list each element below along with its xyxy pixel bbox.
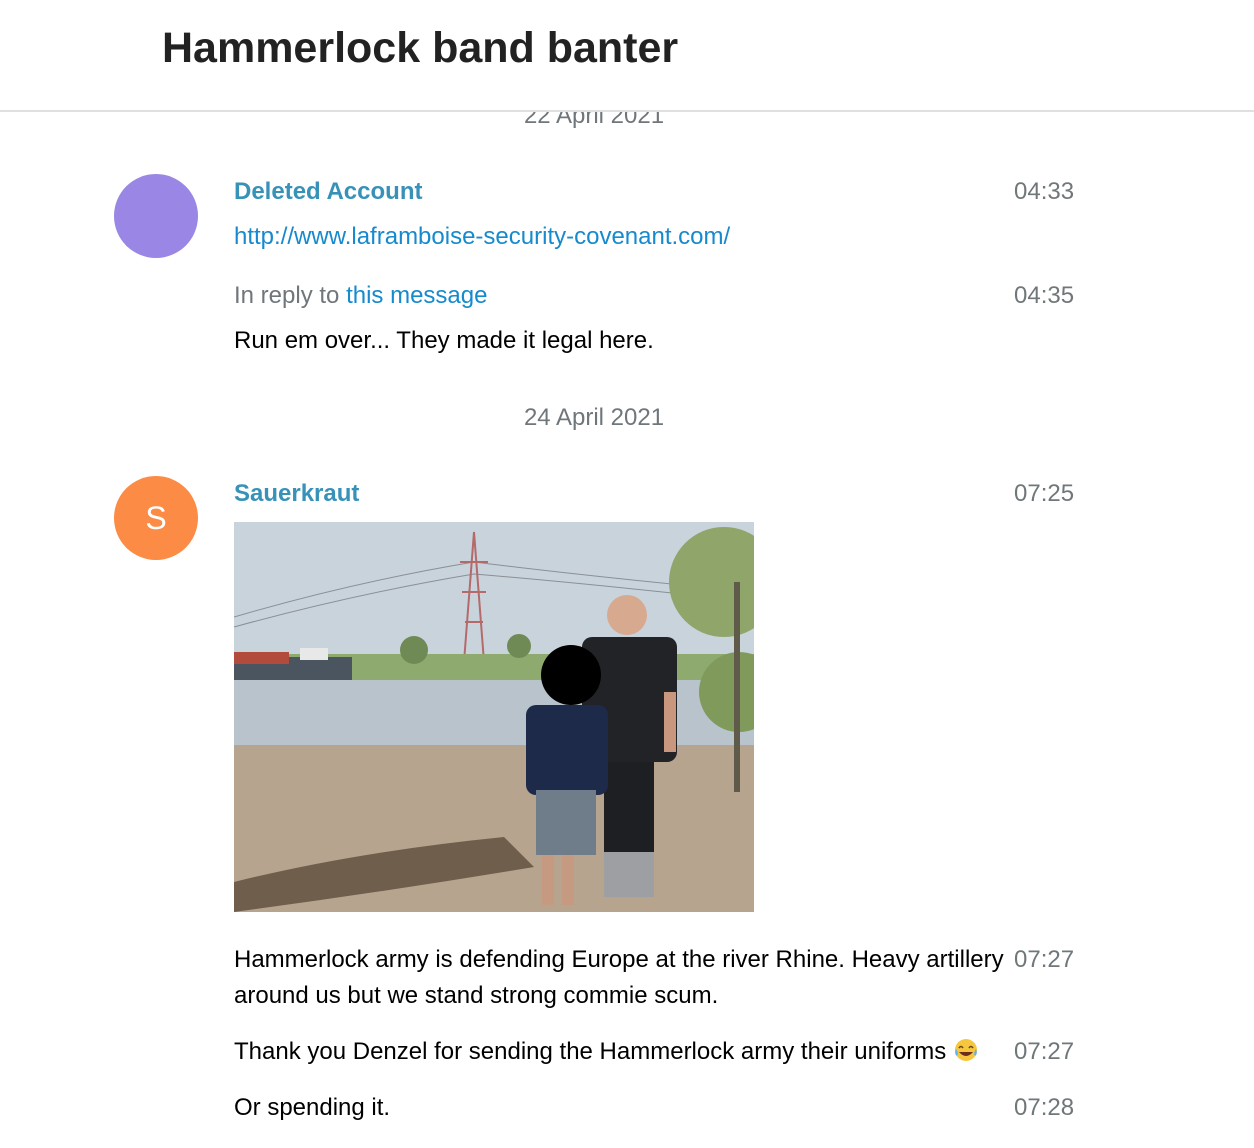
sender-name[interactable]: Sauerkraut	[234, 479, 359, 509]
avatar[interactable]: S	[114, 476, 198, 560]
message-time: 07:25	[1014, 480, 1075, 507]
message-text: Thank you Denzel for sending the Hammerl…	[234, 1038, 947, 1065]
message-time: 04:33	[1014, 178, 1075, 205]
date-divider: 24 April 2021	[523, 404, 665, 431]
message-photo[interactable]	[234, 522, 754, 912]
chat-title: Hammerlock band banter	[162, 24, 679, 72]
sender-name[interactable]: Deleted Account	[234, 177, 422, 207]
message-link[interactable]: http://www.laframboise-security-covenant…	[234, 223, 730, 250]
message-body: http://www.laframboise-security-covenant…	[234, 219, 1006, 255]
avatar-initial: S	[145, 499, 167, 536]
chat-header: Hammerlock band banter	[0, 0, 1254, 112]
message-body: Or spending it.	[234, 1094, 391, 1121]
reply-reference: In reply to this message	[234, 281, 487, 311]
chat-page: Hammerlock band banter 22 April 2021 Del…	[0, 0, 1254, 1148]
message-time: 07:27	[1014, 1038, 1075, 1065]
reply-prefix: In reply to	[234, 282, 340, 309]
reply-link[interactable]: this message	[346, 282, 487, 309]
message-body: Run em over... They made it legal here.	[234, 327, 654, 354]
message-time: 07:28	[1014, 1094, 1075, 1121]
message-body: Thank you Denzel for sending the Hammerl…	[234, 1034, 1006, 1070]
avatar[interactable]	[114, 174, 198, 258]
message-time: 04:35	[1014, 282, 1075, 309]
face-with-tears-of-joy-icon	[954, 1039, 977, 1061]
message-body: Hammerlock army is defending Europe at t…	[234, 946, 1004, 1009]
message-history[interactable]: 22 April 2021 Deleted Account 04:33 http…	[0, 0, 1254, 1148]
photo-icon	[234, 522, 754, 912]
message-time: 07:27	[1014, 946, 1075, 973]
